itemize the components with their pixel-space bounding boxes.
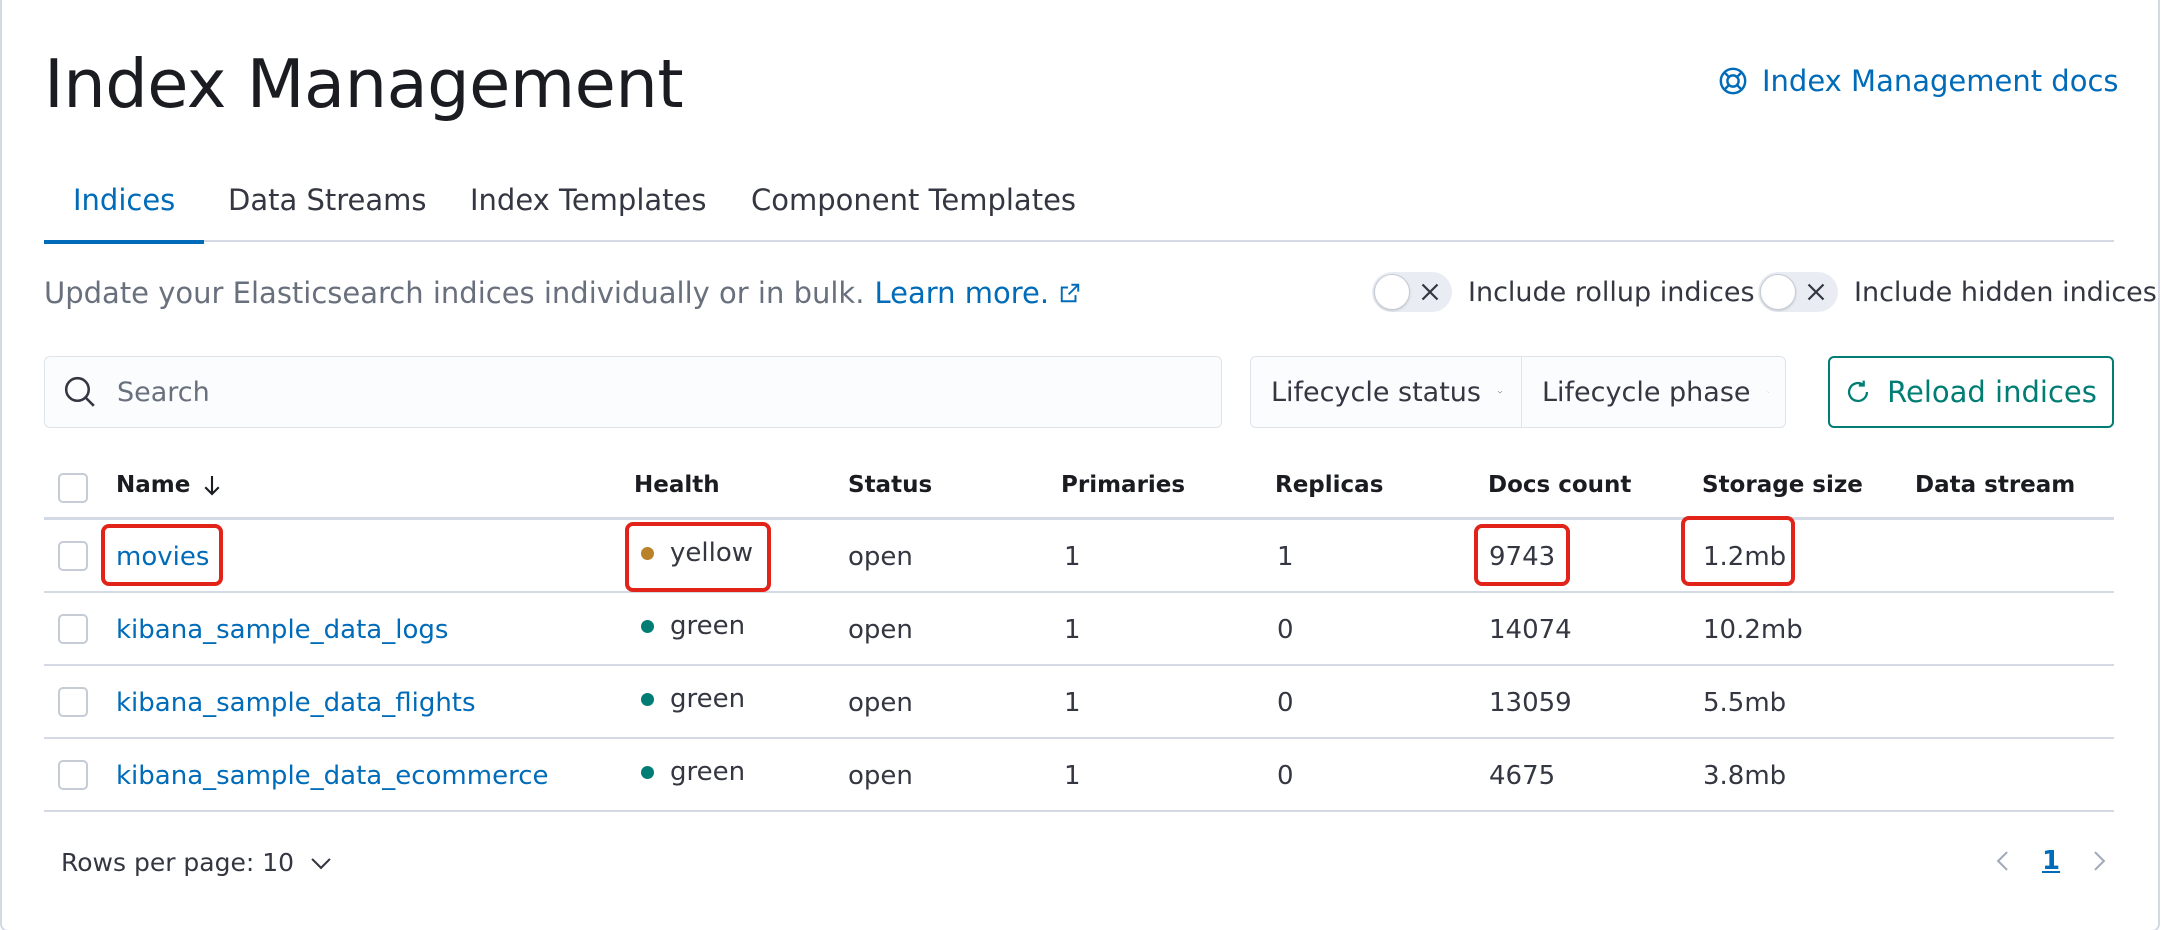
- storage-size-cell: 10.2mb: [1703, 615, 1803, 645]
- storage-size-cell: 5.5mb: [1703, 688, 1787, 718]
- chevron-down-icon: [311, 857, 331, 869]
- health-dot: [641, 692, 654, 706]
- health-label: green: [670, 684, 746, 714]
- column-label: Name: [116, 472, 191, 498]
- tab-bar: Indices Data Streams Index Templates Com…: [44, 172, 2114, 244]
- replicas-cell: 0: [1277, 761, 1294, 791]
- rollup-toggle-label[interactable]: Include rollup indices: [1468, 277, 1755, 308]
- column-header-storage-size[interactable]: Storage size: [1702, 472, 1863, 498]
- learn-more-link[interactable]: Learn more.: [874, 276, 1049, 310]
- health-cell: green: [641, 757, 745, 787]
- rollup-toggle-group: Include rollup indices: [1372, 272, 1755, 312]
- primaries-cell: 1: [1064, 761, 1081, 791]
- status-cell: open: [848, 761, 913, 791]
- column-header-primaries[interactable]: Primaries: [1061, 472, 1185, 498]
- table-row: kibana_sample_data_flights green open 1 …: [44, 666, 2114, 739]
- filter-group: Lifecycle status Lifecycle phase: [1250, 356, 1786, 428]
- table-row: kibana_sample_data_ecommerce green open …: [44, 739, 2114, 812]
- lifecycle-status-label: Lifecycle status: [1271, 376, 1481, 408]
- primaries-cell: 1: [1064, 542, 1081, 572]
- column-header-health[interactable]: Health: [634, 472, 720, 498]
- chevron-down-icon: [1766, 391, 1769, 393]
- search-input[interactable]: [117, 376, 1117, 408]
- docs-link-label[interactable]: Index Management docs: [1762, 64, 2119, 98]
- lifecycle-status-filter[interactable]: Lifecycle status: [1251, 357, 1521, 427]
- rollup-switch[interactable]: [1372, 272, 1452, 312]
- rows-per-page-label: Rows per page: 10: [61, 848, 295, 877]
- column-header-data-stream[interactable]: Data stream: [1915, 472, 2075, 498]
- hidden-toggle-group: Include hidden indices: [1758, 272, 2157, 312]
- column-header-replicas[interactable]: Replicas: [1275, 472, 1383, 498]
- docs-count-cell: 13059: [1489, 688, 1572, 718]
- health-label: green: [670, 611, 746, 641]
- highlight-box-docs-count: [1474, 524, 1570, 586]
- pagination: 1: [1990, 846, 2112, 876]
- status-cell: open: [848, 542, 913, 572]
- switch-knob: [1374, 274, 1410, 310]
- row-checkbox[interactable]: [58, 541, 88, 571]
- health-dot: [641, 619, 654, 633]
- tab-data-streams[interactable]: Data Streams: [228, 172, 427, 242]
- external-link-icon: [1060, 283, 1080, 303]
- reload-indices-label: Reload indices: [1887, 375, 2097, 409]
- tab-index-templates[interactable]: Index Templates: [470, 172, 707, 242]
- highlight-box-storage-size: [1681, 516, 1795, 586]
- health-label: green: [670, 757, 746, 787]
- column-header-status[interactable]: Status: [848, 472, 932, 498]
- row-checkbox[interactable]: [58, 614, 88, 644]
- select-all-checkbox[interactable]: [58, 473, 88, 503]
- search-box: [44, 356, 1222, 428]
- index-name-link[interactable]: kibana_sample_data_logs: [116, 615, 448, 645]
- sort-down-arrow-icon: [204, 476, 220, 496]
- lifecycle-phase-label: Lifecycle phase: [1542, 376, 1751, 408]
- index-name-link[interactable]: kibana_sample_data_flights: [116, 688, 476, 718]
- replicas-cell: 0: [1277, 615, 1294, 645]
- search-icon: [64, 376, 95, 407]
- health-cell: green: [641, 684, 745, 714]
- chevron-right-icon[interactable]: [2086, 848, 2112, 874]
- index-name-link[interactable]: kibana_sample_data_ecommerce: [116, 761, 548, 791]
- hidden-switch[interactable]: [1758, 272, 1838, 312]
- highlight-box-health: [625, 522, 771, 592]
- chevron-left-icon[interactable]: [1990, 848, 2016, 874]
- reload-indices-button[interactable]: Reload indices: [1828, 356, 2114, 428]
- page-title: Index Management: [44, 45, 684, 123]
- highlight-box-name: [101, 524, 223, 586]
- hidden-toggle-label[interactable]: Include hidden indices: [1854, 277, 2157, 308]
- rows-per-page-select[interactable]: Rows per page: 10: [61, 848, 334, 877]
- description-text: Update your Elasticsearch indices indivi…: [44, 276, 865, 310]
- refresh-icon: [1848, 380, 1869, 403]
- lifecycle-phase-filter[interactable]: Lifecycle phase: [1521, 357, 1787, 427]
- docs-link[interactable]: Index Management docs: [1718, 64, 2119, 98]
- primaries-cell: 1: [1064, 615, 1081, 645]
- tab-indices[interactable]: Indices: [44, 172, 205, 244]
- health-dot: [641, 765, 654, 779]
- primaries-cell: 1: [1064, 688, 1081, 718]
- chevron-down-icon: [1497, 390, 1503, 394]
- help-lifebuoy-icon: [1719, 67, 1747, 95]
- cross-icon: [1421, 283, 1439, 301]
- tab-component-templates[interactable]: Component Templates: [751, 172, 1076, 242]
- column-header-docs-count[interactable]: Docs count: [1488, 472, 1631, 498]
- replicas-cell: 1: [1277, 542, 1294, 572]
- replicas-cell: 0: [1277, 688, 1294, 718]
- row-checkbox[interactable]: [58, 687, 88, 717]
- table-row: movies yellow open 1 1 9743 1.2mb: [44, 520, 2114, 593]
- switch-knob: [1760, 274, 1796, 310]
- column-header-name[interactable]: Name: [116, 472, 224, 498]
- docs-count-cell: 14074: [1489, 615, 1572, 645]
- row-checkbox[interactable]: [58, 760, 88, 790]
- page-number-button[interactable]: 1: [2042, 846, 2060, 876]
- page-description: Update your Elasticsearch indices indivi…: [44, 276, 1081, 310]
- docs-count-cell: 4675: [1489, 761, 1556, 791]
- storage-size-cell: 3.8mb: [1703, 761, 1787, 791]
- health-cell: green: [641, 611, 745, 641]
- status-cell: open: [848, 688, 913, 718]
- table-row: kibana_sample_data_logs green open 1 0 1…: [44, 593, 2114, 666]
- table-header: Name Health Status Primaries Replicas Do…: [44, 462, 2114, 520]
- indices-table: Name Health Status Primaries Replicas Do…: [44, 462, 2114, 812]
- cross-icon: [1807, 283, 1825, 301]
- status-cell: open: [848, 615, 913, 645]
